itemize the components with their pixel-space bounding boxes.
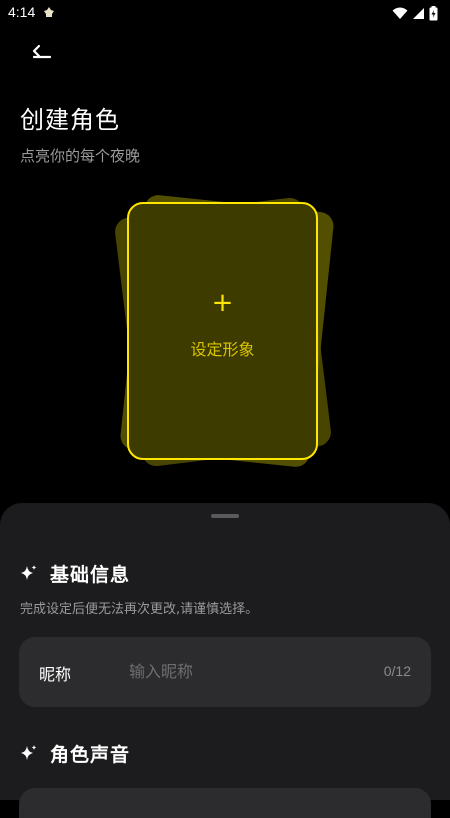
sparkle-icon [21,565,37,580]
signal-icon [413,8,424,19]
set-avatar-label: 设定形象 [190,340,255,359]
wifi-icon [392,7,408,19]
basic-info-header: 基础信息 [20,560,130,586]
page-title: 创建角色 [20,106,120,134]
battery-icon [429,6,438,21]
app-notification-icon [44,7,54,17]
set-avatar-button[interactable]: + 设定形象 [127,202,318,460]
status-bar: 4:14 [0,0,450,26]
voice-field[interactable] [19,788,431,818]
nickname-input[interactable] [129,655,349,687]
back-arrow-icon [32,44,52,59]
basic-info-title: 基础信息 [50,563,131,586]
back-button[interactable] [26,40,60,64]
nickname-label: 昵称 [39,665,72,684]
sparkle-icon [21,745,37,760]
nickname-char-counter: 0/12 [383,663,411,679]
voice-title: 角色声音 [50,743,131,766]
voice-header: 角色声音 [20,740,130,766]
plus-icon: + [211,288,234,318]
status-time: 4:14 [8,4,36,20]
status-icons [392,6,438,21]
nickname-field[interactable]: 昵称 0/12 [19,637,431,707]
sheet-drag-handle[interactable] [211,514,239,518]
avatar-card-stack: + 设定形象 [110,185,350,480]
bottom-sheet: 基础信息 完成设定后便无法再次更改,请谨慎选择。 昵称 0/12 角色声音 [0,503,450,818]
page-subtitle: 点亮你的每个夜晚 [20,147,141,165]
basic-info-description: 完成设定后便无法再次更改,请谨慎选择。 [20,602,259,617]
